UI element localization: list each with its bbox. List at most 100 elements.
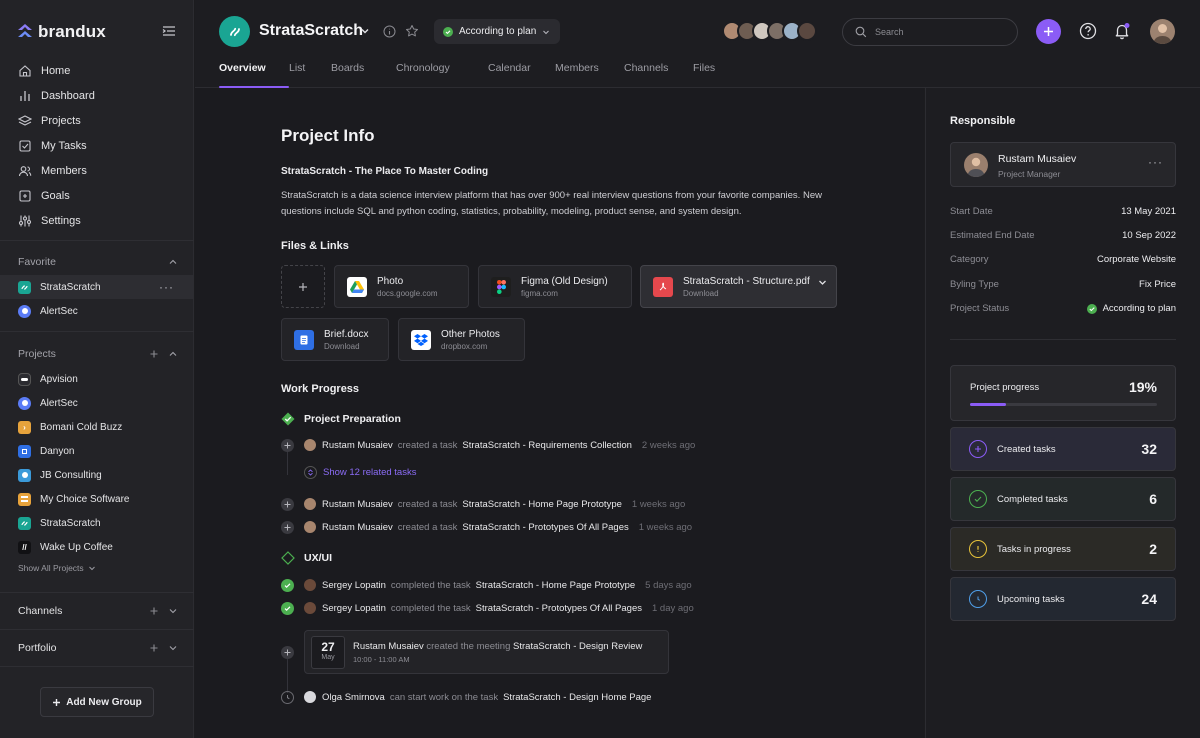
activity-user[interactable]: Rustam Musaiev [322,522,393,533]
help-icon[interactable] [1079,22,1097,40]
portfolio-section-header[interactable]: Portfolio [18,640,178,656]
info-icon[interactable] [383,25,396,38]
activity-action: created a task [397,439,458,451]
activity-user[interactable]: Olga Smirnova [322,692,385,703]
plus-icon [299,282,307,291]
activity-user[interactable]: Sergey Lopatin [322,580,386,591]
meeting-card[interactable]: 27 May Rustam Musaiev created the meetin… [304,630,669,674]
tab-channels[interactable]: Channels [624,62,693,88]
activity-row[interactable]: Sergey Lopatin completed the task Strata… [281,601,694,615]
search-input[interactable] [875,27,995,37]
chevron-down-icon[interactable] [168,643,178,653]
create-button[interactable] [1036,19,1061,44]
meeting-row-expand[interactable] [281,645,304,659]
responsible-card[interactable]: Rustam Musaiev Project Manager ··· [950,142,1176,187]
favorite-item-alertsec[interactable]: AlertSec [0,299,194,323]
notifications-bell-icon[interactable] [1113,22,1131,40]
tab-list[interactable]: List [289,62,331,88]
nav-item-goals[interactable]: Goals [0,183,194,208]
nav-item-my-tasks[interactable]: My Tasks [0,133,194,158]
work-group-uxui[interactable]: UX/UI [281,551,332,565]
activity-user[interactable]: Rustam Musaiev [322,499,393,510]
stat-completed-tasks[interactable]: Completed tasks 6 [950,477,1176,521]
activity-task[interactable]: StrataScratch - Design Home Page [503,692,651,703]
nav-item-home[interactable]: Home [0,58,194,83]
project-switch-chevron-icon[interactable] [360,26,370,36]
nav-item-settings[interactable]: Settings [0,208,194,233]
activity-task[interactable]: StrataScratch - Home Page Prototype [476,580,635,591]
channels-section-header[interactable]: Channels [18,603,178,619]
activity-task[interactable]: StrataScratch - Prototypes Of All Pages [462,522,628,533]
activity-user[interactable]: Sergey Lopatin [322,603,386,614]
add-portfolio-icon[interactable] [149,643,159,653]
meeting-title[interactable]: StrataScratch - Design Review [513,641,642,652]
activity-task[interactable]: StrataScratch - Prototypes Of All Pages [476,603,642,614]
expand-activity-icon[interactable] [281,438,294,452]
projects-section-label: Projects [18,348,56,360]
tab-members[interactable]: Members [555,62,624,88]
file-card-brief-docx[interactable]: Brief.docx Download [281,318,389,361]
project-item-apvision[interactable]: Apvision [0,367,194,391]
project-item-wake-up-coffee[interactable]: // Wake Up Coffee [0,535,194,559]
current-user-avatar[interactable] [1150,19,1175,44]
stat-upcoming-tasks[interactable]: Upcoming tasks 24 [950,577,1176,621]
show-related-tasks-link[interactable]: Show 12 related tasks [304,466,416,479]
file-card-structure-pdf[interactable]: StrataScratch - Structure.pdf Download [640,265,837,308]
chevron-up-icon[interactable] [168,349,178,359]
activity-task[interactable]: StrataScratch - Home Page Prototype [462,499,621,510]
project-item-alertsec[interactable]: AlertSec [0,391,194,415]
tab-files[interactable]: Files [693,62,723,88]
more-options-icon[interactable]: ··· [1148,155,1163,169]
project-item-my-choice[interactable]: My Choice Software [0,487,194,511]
detail-billing-type: Byling Type Fix Price [950,279,1176,290]
project-item-stratascratch[interactable]: StrataScratch [0,511,194,535]
add-file-button[interactable] [281,265,325,308]
tab-chronology[interactable]: Chronology [396,62,488,88]
activity-row[interactable]: Rustam Musaiev created a task StrataScra… [281,438,695,452]
activity-row[interactable]: Sergey Lopatin completed the task Strata… [281,578,692,592]
show-all-projects-link[interactable]: Show All Projects [18,563,96,573]
tab-calendar[interactable]: Calendar [488,62,555,88]
star-icon[interactable] [405,24,419,38]
activity-user[interactable]: Rustam Musaiev [322,440,393,451]
nav-item-projects[interactable]: Projects [0,108,194,133]
tab-overview[interactable]: Overview [219,62,289,88]
file-card-other-photos[interactable]: Other Photos dropbox.com [398,318,525,361]
file-card-figma[interactable]: Figma (Old Design) figma.com [478,265,632,308]
add-new-group-button[interactable]: Add New Group [40,687,154,717]
work-group-project-preparation[interactable]: Project Preparation [281,412,401,426]
project-item-jb-consulting[interactable]: JB Consulting [0,463,194,487]
detail-value: 13 May 2021 [1121,206,1176,217]
add-project-icon[interactable] [149,349,159,359]
project-item-danyon[interactable]: Danyon [0,439,194,463]
member-avatars[interactable] [722,21,817,41]
chevron-up-icon[interactable] [168,257,178,267]
project-item-label: AlertSec [40,397,78,409]
activity-row[interactable]: Rustam Musaiev created a task StrataScra… [281,520,692,534]
more-options-icon[interactable]: ··· [159,280,174,294]
stat-created-tasks[interactable]: Created tasks 32 [950,427,1176,471]
activity-row[interactable]: Olga Smirnova can start work on the task… [281,690,661,704]
collapse-sidebar-icon[interactable] [162,24,176,38]
expand-activity-icon[interactable] [281,520,294,534]
favorite-item-stratascratch[interactable]: StrataScratch ··· [0,275,194,299]
meeting-user[interactable]: Rustam Musaiev [353,641,424,652]
project-item-bomani[interactable]: › Bomani Cold Buzz [0,415,194,439]
favorite-section-header[interactable]: Favorite [18,254,178,270]
expand-activity-icon[interactable] [281,645,294,659]
activity-row[interactable]: Rustam Musaiev created a task StrataScra… [281,497,685,511]
chevron-down-icon[interactable] [168,606,178,616]
file-card-photo[interactable]: Photo docs.google.com [334,265,469,308]
tab-boards[interactable]: Boards [331,62,396,88]
chevron-down-icon[interactable] [818,278,827,287]
nav-item-dashboard[interactable]: Dashboard [0,83,194,108]
expand-activity-icon[interactable] [281,497,294,511]
nav-item-members[interactable]: Members [0,158,194,183]
add-channel-icon[interactable] [149,606,159,616]
search-box[interactable] [842,18,1018,46]
stat-tasks-in-progress[interactable]: Tasks in progress 2 [950,527,1176,571]
brand[interactable]: brandux [18,22,106,42]
projects-section-header[interactable]: Projects [18,346,178,362]
project-status-dropdown[interactable]: According to plan [434,19,560,44]
activity-task[interactable]: StrataScratch - Requirements Collection [462,440,632,451]
